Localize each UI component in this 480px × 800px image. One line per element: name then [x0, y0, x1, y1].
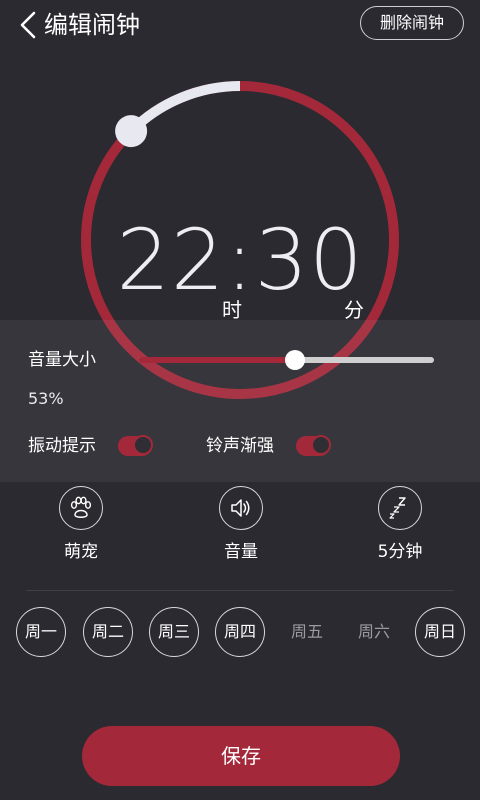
- header: 编辑闹钟 删除闹钟: [0, 0, 480, 50]
- volume-fill: [138, 357, 295, 363]
- hour-unit: 时: [222, 298, 242, 322]
- snooze-label: 5分钟: [377, 542, 423, 562]
- snooze-icon: [389, 497, 406, 519]
- speaker-icon: [231, 499, 250, 517]
- dial-progress-arc: [127, 81, 241, 135]
- day-wednesday[interactable]: 周三: [149, 607, 199, 657]
- divider: [26, 590, 454, 591]
- volume-button[interactable]: 音量: [196, 486, 286, 564]
- vibrate-label: 振动提示: [28, 436, 96, 456]
- pet-sound-label: 萌宠: [64, 542, 98, 562]
- fade-in-label: 铃声渐强: [206, 436, 274, 456]
- minute-unit: 分: [344, 298, 364, 322]
- volume-thumb[interactable]: [284, 350, 305, 370]
- dial-handle[interactable]: [115, 115, 148, 148]
- delete-alarm-button[interactable]: 删除闹钟: [360, 6, 464, 40]
- day-sunday[interactable]: 周日: [415, 607, 465, 657]
- pet-sound-button[interactable]: 萌宠: [36, 486, 126, 564]
- page-title: 编辑闹钟: [44, 11, 140, 39]
- day-saturday[interactable]: 周六: [349, 607, 399, 657]
- day-friday[interactable]: 周五: [282, 607, 332, 657]
- paw-icon: [70, 496, 92, 518]
- save-button[interactable]: 保存: [82, 726, 400, 786]
- volume-slider[interactable]: [138, 350, 434, 370]
- volume-feature-label: 音量: [224, 542, 258, 562]
- day-monday[interactable]: 周一: [16, 607, 66, 657]
- day-tuesday[interactable]: 周二: [83, 607, 133, 657]
- day-thursday[interactable]: 周四: [215, 607, 265, 657]
- vibrate-toggle[interactable]: [118, 435, 153, 456]
- volume-label: 音量大小: [28, 350, 96, 370]
- back-arrow-icon[interactable]: [16, 10, 40, 40]
- snooze-button[interactable]: 5分钟: [355, 486, 445, 564]
- volume-percent: 53%: [28, 389, 64, 408]
- fade-in-toggle[interactable]: [296, 435, 331, 456]
